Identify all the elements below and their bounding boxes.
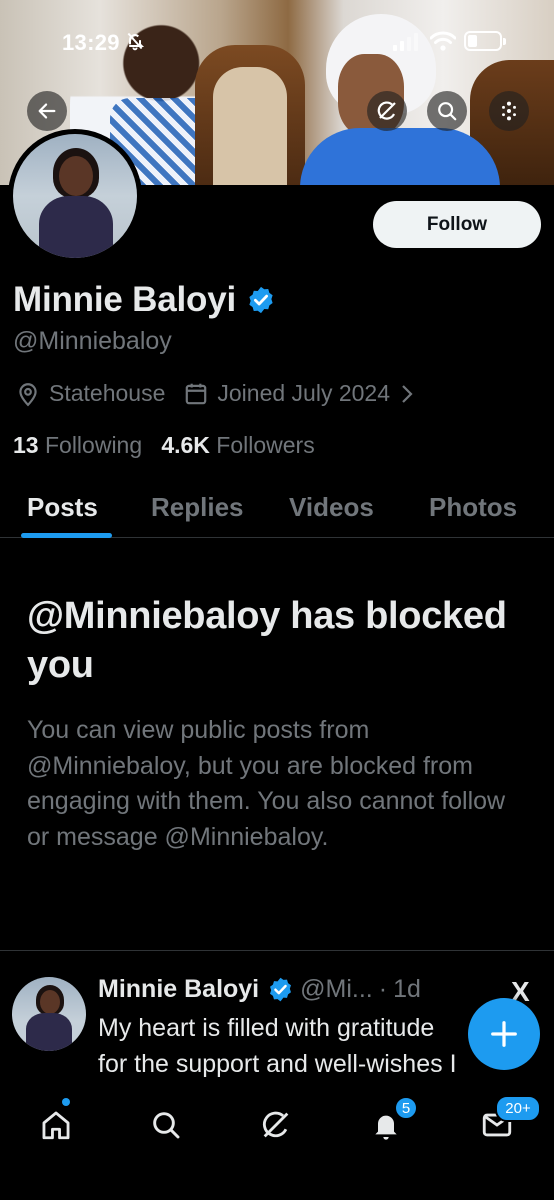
tab-videos[interactable]: Videos xyxy=(289,492,374,523)
calendar-icon xyxy=(186,383,207,404)
search-button[interactable] xyxy=(427,91,467,131)
notifications-badge: 5 xyxy=(394,1096,418,1120)
status-time: 13:29 xyxy=(62,30,120,55)
verified-badge-icon[interactable] xyxy=(246,285,276,315)
messages-badge: 20+ xyxy=(495,1095,541,1122)
plus-icon xyxy=(491,1021,517,1047)
chevron-right-icon xyxy=(402,384,413,403)
nav-grok[interactable] xyxy=(253,1102,299,1148)
grok-icon xyxy=(262,1111,289,1138)
verified-badge-icon xyxy=(270,977,292,1002)
post-author-name[interactable]: Minnie Baloyi xyxy=(98,975,259,1004)
post-time: 1d xyxy=(393,975,421,1003)
status-bar: 13:29 xyxy=(0,0,554,84)
wifi-icon xyxy=(430,31,456,51)
home-unread-dot xyxy=(62,1098,70,1106)
joined-text: Joined July 2024 xyxy=(217,380,390,406)
following-link[interactable]: 13 Following xyxy=(13,432,149,458)
tab-posts[interactable]: Posts xyxy=(27,492,98,523)
search-icon xyxy=(438,102,457,121)
location-item: Statehouse xyxy=(15,380,165,407)
nav-search[interactable] xyxy=(143,1102,189,1148)
post-author-handle: @Mi... xyxy=(300,975,373,1003)
compose-post-button[interactable] xyxy=(468,998,540,1070)
cellular-signal-icon xyxy=(393,33,418,51)
follow-counts: 13 Following 4.6K Followers xyxy=(13,432,315,459)
profile-tabs: Posts Replies Videos Photos xyxy=(0,480,554,538)
battery-icon xyxy=(464,31,506,51)
post-avatar[interactable] xyxy=(12,977,86,1051)
location-pin-icon xyxy=(19,382,37,406)
bottom-navigation xyxy=(0,1090,554,1200)
following-count: 13 xyxy=(13,432,39,458)
profile-name-row: Minnie Baloyi xyxy=(13,280,276,320)
post-header: Minnie Baloyi @Mi... · 1d xyxy=(98,975,421,1004)
blocked-description: You can view public posts from @Minnieba… xyxy=(27,716,506,851)
post-separator: · xyxy=(378,975,388,1003)
profile-avatar[interactable] xyxy=(8,129,142,263)
location-text: Statehouse xyxy=(49,380,166,406)
profile-name: Minnie Baloyi xyxy=(13,280,236,319)
avatar-image xyxy=(13,134,137,258)
blocked-title: @Minniebaloy has blocked you xyxy=(27,595,507,687)
home-icon xyxy=(42,1111,70,1140)
profile-handle: @Minniebaloy xyxy=(13,327,172,355)
followers-label: Followers xyxy=(216,432,315,458)
more-button[interactable] xyxy=(489,91,529,131)
tab-photos[interactable]: Photos xyxy=(429,492,517,523)
follow-button[interactable]: Follow xyxy=(373,201,541,248)
following-label: Following xyxy=(44,432,143,458)
joined-item[interactable]: Joined July 2024 xyxy=(183,380,416,407)
divider xyxy=(0,950,554,951)
search-icon xyxy=(153,1112,180,1139)
profile-meta: Statehouse Joined July 2024 xyxy=(15,380,434,407)
grok-button[interactable] xyxy=(367,91,407,131)
grok-icon xyxy=(377,101,396,120)
nav-home[interactable] xyxy=(33,1102,79,1148)
arrow-left-icon xyxy=(38,103,56,119)
bell-off-icon xyxy=(127,32,145,51)
active-tab-indicator xyxy=(21,533,112,538)
followers-link[interactable]: 4.6K Followers xyxy=(161,432,314,458)
back-button[interactable] xyxy=(27,91,67,131)
followers-count: 4.6K xyxy=(161,432,210,458)
more-dots-icon xyxy=(502,101,516,121)
tab-replies[interactable]: Replies xyxy=(151,492,244,523)
